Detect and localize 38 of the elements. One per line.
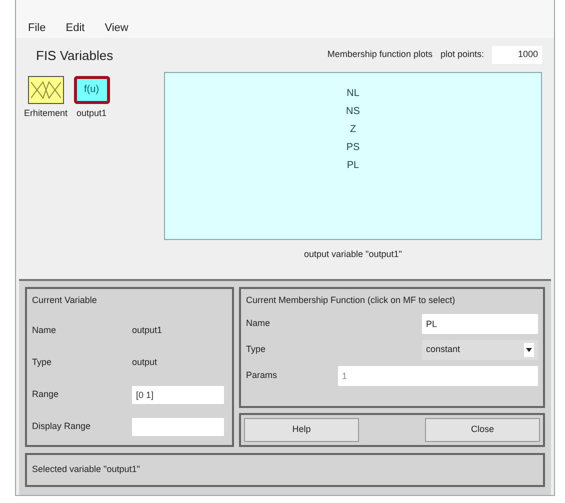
caret-icon	[524, 342, 534, 356]
field-label: Type	[246, 342, 266, 356]
mf-label[interactable]: NS	[346, 105, 360, 119]
dialog-button[interactable]: Close	[425, 418, 540, 442]
field-value: output1	[132, 324, 162, 337]
menu-item[interactable]: File	[24, 20, 50, 38]
dialog-button[interactable]: Help	[244, 418, 359, 442]
field-label: Params	[246, 368, 278, 382]
panel-title: Current Membership Function (click on MF to select)	[246, 294, 456, 307]
input-field[interactable]: [0 1]	[132, 386, 224, 404]
field-label: Range	[32, 388, 60, 401]
variable-label: Erhitement	[24, 106, 68, 120]
panel-title: Current Variable	[32, 294, 98, 307]
plot-points-field[interactable]: 1000	[492, 46, 542, 64]
mf-label[interactable]: Z	[350, 123, 356, 137]
input-field[interactable]	[132, 418, 224, 436]
field-label: Display Range	[32, 420, 92, 433]
status-text: Selected variable "output1"	[32, 463, 140, 476]
menu-item[interactable]: Edit	[62, 20, 89, 38]
field-label: Type	[32, 356, 53, 369]
input-field[interactable]: 1	[338, 366, 538, 386]
input-field[interactable]: PL	[422, 314, 538, 334]
section-title: FIS Variables	[35, 47, 114, 65]
mf-label[interactable]: PL	[346, 159, 360, 173]
field-label: Name	[32, 324, 58, 337]
plot-title: Membership function plots	[327, 48, 432, 62]
field-value: output	[132, 356, 158, 369]
field-label: Name	[246, 316, 270, 330]
variable-label: output1	[76, 106, 107, 120]
field-label: plot points:	[440, 48, 484, 62]
plot-area[interactable]: NL NS Z PS PL	[164, 72, 542, 240]
mf-label[interactable]: NL	[346, 87, 360, 101]
plot-caption: output variable "output1"	[304, 248, 402, 261]
menu-item[interactable]: View	[100, 20, 132, 38]
variable-output-box[interactable]: f(u)	[74, 76, 110, 104]
mf-label[interactable]: PS	[346, 141, 360, 155]
type-dropdown[interactable]: constant	[422, 340, 538, 360]
variable-input-box[interactable]	[28, 76, 64, 104]
